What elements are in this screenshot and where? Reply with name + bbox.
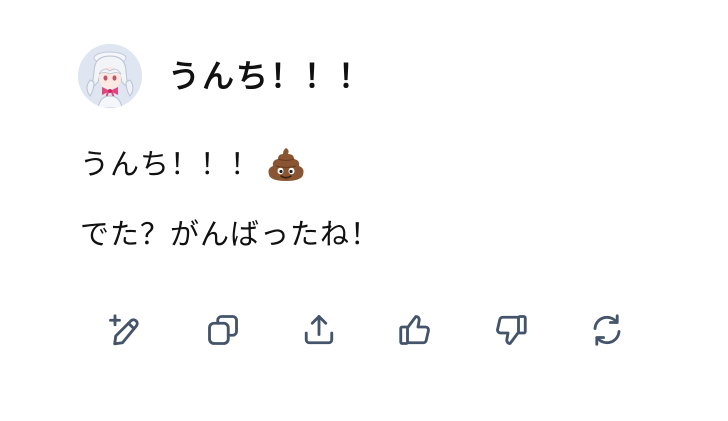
message-line: でた？がんばったね！ — [80, 214, 680, 254]
message-line-text: でた？がんばったね！ — [80, 217, 381, 251]
message-header: うんち！！！ — [78, 44, 372, 108]
thumbs-up-icon — [399, 315, 430, 345]
bot-name: うんち！！！ — [168, 57, 373, 95]
anime-character-avatar-icon — [78, 44, 142, 108]
thumbs-down-icon — [496, 315, 527, 345]
regenerate-icon — [593, 314, 621, 346]
copy-button[interactable] — [203, 310, 243, 350]
share-icon — [304, 315, 334, 345]
bot-avatar[interactable] — [78, 44, 142, 108]
message-actions — [107, 310, 627, 350]
poop-emoji-icon — [266, 144, 306, 184]
regenerate-button[interactable] — [587, 310, 627, 350]
share-button[interactable] — [299, 310, 339, 350]
thumbs-up-button[interactable] — [395, 310, 435, 350]
message-line-text: うんち！！！ — [80, 147, 261, 181]
copy-icon — [208, 315, 238, 345]
edit-icon — [109, 314, 139, 346]
message-line: うんち！！！ — [80, 144, 680, 184]
message-body: うんち！！！ でた？がんばったね！ — [80, 144, 680, 254]
edit-button[interactable] — [107, 310, 147, 350]
thumbs-down-button[interactable] — [491, 310, 531, 350]
